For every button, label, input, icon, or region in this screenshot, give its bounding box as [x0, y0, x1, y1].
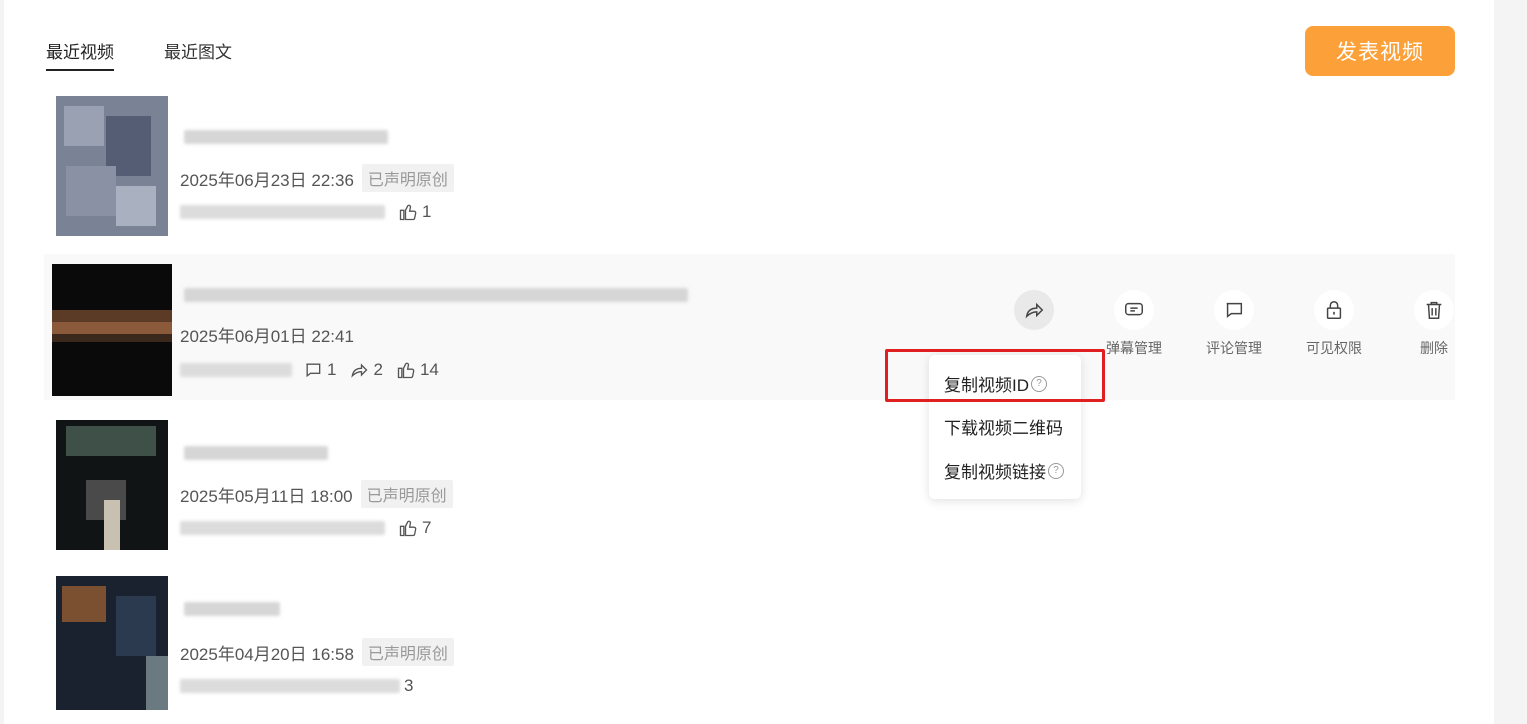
publish-date: 2025年06月23日 22:36 — [180, 170, 354, 190]
thumbs-up-icon — [399, 520, 417, 537]
comment-manage-button[interactable]: 评论管理 — [1184, 290, 1284, 358]
video-meta: 2025年04月20日 16:58 已声明原创 — [180, 638, 454, 666]
scrollbar-track[interactable] — [1497, 0, 1527, 724]
original-badge: 已声明原创 — [361, 164, 454, 192]
help-icon[interactable]: ? — [1048, 462, 1064, 479]
video-stats: 1 2 14 — [180, 360, 451, 380]
video-meta: 2025年05月11日 18:00 已声明原创 — [180, 480, 453, 508]
video-row[interactable]: 2025年06月23日 22:36 已声明原创 1 — [44, 96, 1455, 242]
danmaku-manage-button[interactable]: 弹幕管理 — [1084, 290, 1184, 358]
blurred-title — [184, 130, 388, 144]
visibility-button[interactable]: 可见权限 — [1284, 290, 1384, 358]
likes-stat: 14 — [395, 360, 439, 380]
publish-date: 2025年06月01日 22:41 — [180, 327, 354, 346]
content-panel: 最近视频 最近图文 发表视频 2025年06月23日 22:36 已声明原创 1 — [4, 0, 1494, 724]
thumbs-up-icon — [399, 204, 417, 221]
comments-stat: 1 — [302, 360, 336, 380]
tab-recent-videos[interactable]: 最近视频 — [46, 38, 114, 71]
download-qr-item[interactable]: 下载视频二维码 — [944, 414, 1063, 439]
video-row[interactable]: 2025年04月20日 16:58 已声明原创 3 — [44, 570, 1455, 716]
menu-item-label: 下载视频二维码 — [944, 419, 1063, 438]
video-actions: 分享 弹幕管理 评论管理 可见权限 — [984, 290, 1484, 358]
shares-stat: 2 — [348, 360, 383, 380]
blurred-title — [184, 602, 280, 616]
video-row[interactable]: 2025年06月01日 22:41 1 2 14 分享 — [44, 254, 1455, 400]
danmaku-icon — [1114, 290, 1154, 330]
original-badge: 已声明原创 — [361, 638, 454, 666]
comment-icon — [306, 363, 321, 378]
action-label: 可见权限 — [1306, 340, 1362, 356]
blurred-stats — [180, 679, 400, 693]
comments-count: 1 — [327, 360, 337, 379]
action-label: 评论管理 — [1206, 340, 1262, 356]
action-label: 删除 — [1420, 340, 1448, 356]
likes-stat: 7 — [397, 518, 431, 538]
likes-stat: 1 — [397, 202, 431, 222]
publish-date: 2025年05月11日 18:00 — [180, 486, 353, 506]
thumbs-up-icon — [397, 362, 415, 379]
tab-bar: 最近视频 最近图文 — [46, 38, 232, 71]
video-stats: 7 — [180, 518, 443, 538]
share-button[interactable]: 分享 — [984, 290, 1084, 358]
share-icon[interactable] — [1014, 290, 1054, 330]
video-thumbnail[interactable] — [56, 576, 168, 716]
blurred-stats — [180, 363, 292, 377]
likes-count: 14 — [419, 360, 439, 379]
shares-count: 2 — [373, 360, 383, 379]
likes-count: 7 — [422, 518, 432, 537]
likes-stat: 3 — [404, 676, 413, 696]
share-icon — [351, 363, 368, 378]
lock-icon — [1314, 290, 1354, 330]
publish-video-button[interactable]: 发表视频 — [1305, 26, 1455, 76]
video-stats: 1 — [180, 202, 443, 222]
blurred-stats — [180, 205, 385, 219]
video-thumbnail[interactable] — [56, 96, 168, 236]
tab-recent-posts[interactable]: 最近图文 — [164, 38, 232, 71]
highlight-annotation — [885, 349, 1105, 402]
copy-video-link-item[interactable]: 复制视频链接 ? — [944, 458, 1064, 483]
likes-count: 1 — [422, 202, 432, 221]
action-label: 弹幕管理 — [1106, 340, 1162, 356]
video-meta: 2025年06月23日 22:36 已声明原创 — [180, 164, 454, 192]
menu-item-label: 复制视频链接 — [944, 463, 1046, 482]
trash-icon — [1414, 290, 1454, 330]
comment-icon — [1214, 290, 1254, 330]
blurred-title — [184, 446, 328, 460]
video-thumbnail[interactable] — [56, 420, 168, 560]
delete-button[interactable]: 删除 — [1384, 290, 1484, 358]
video-thumbnail[interactable] — [52, 264, 172, 396]
publish-date: 2025年04月20日 16:58 — [180, 644, 354, 664]
video-stats: 3 — [180, 676, 425, 696]
original-badge: 已声明原创 — [360, 480, 453, 508]
blurred-title — [184, 288, 688, 302]
blurred-stats — [180, 521, 385, 535]
likes-count: 3 — [404, 676, 414, 695]
video-row[interactable]: 2025年05月11日 18:00 已声明原创 7 — [44, 412, 1455, 558]
video-meta: 2025年06月01日 22:41 — [180, 322, 354, 347]
